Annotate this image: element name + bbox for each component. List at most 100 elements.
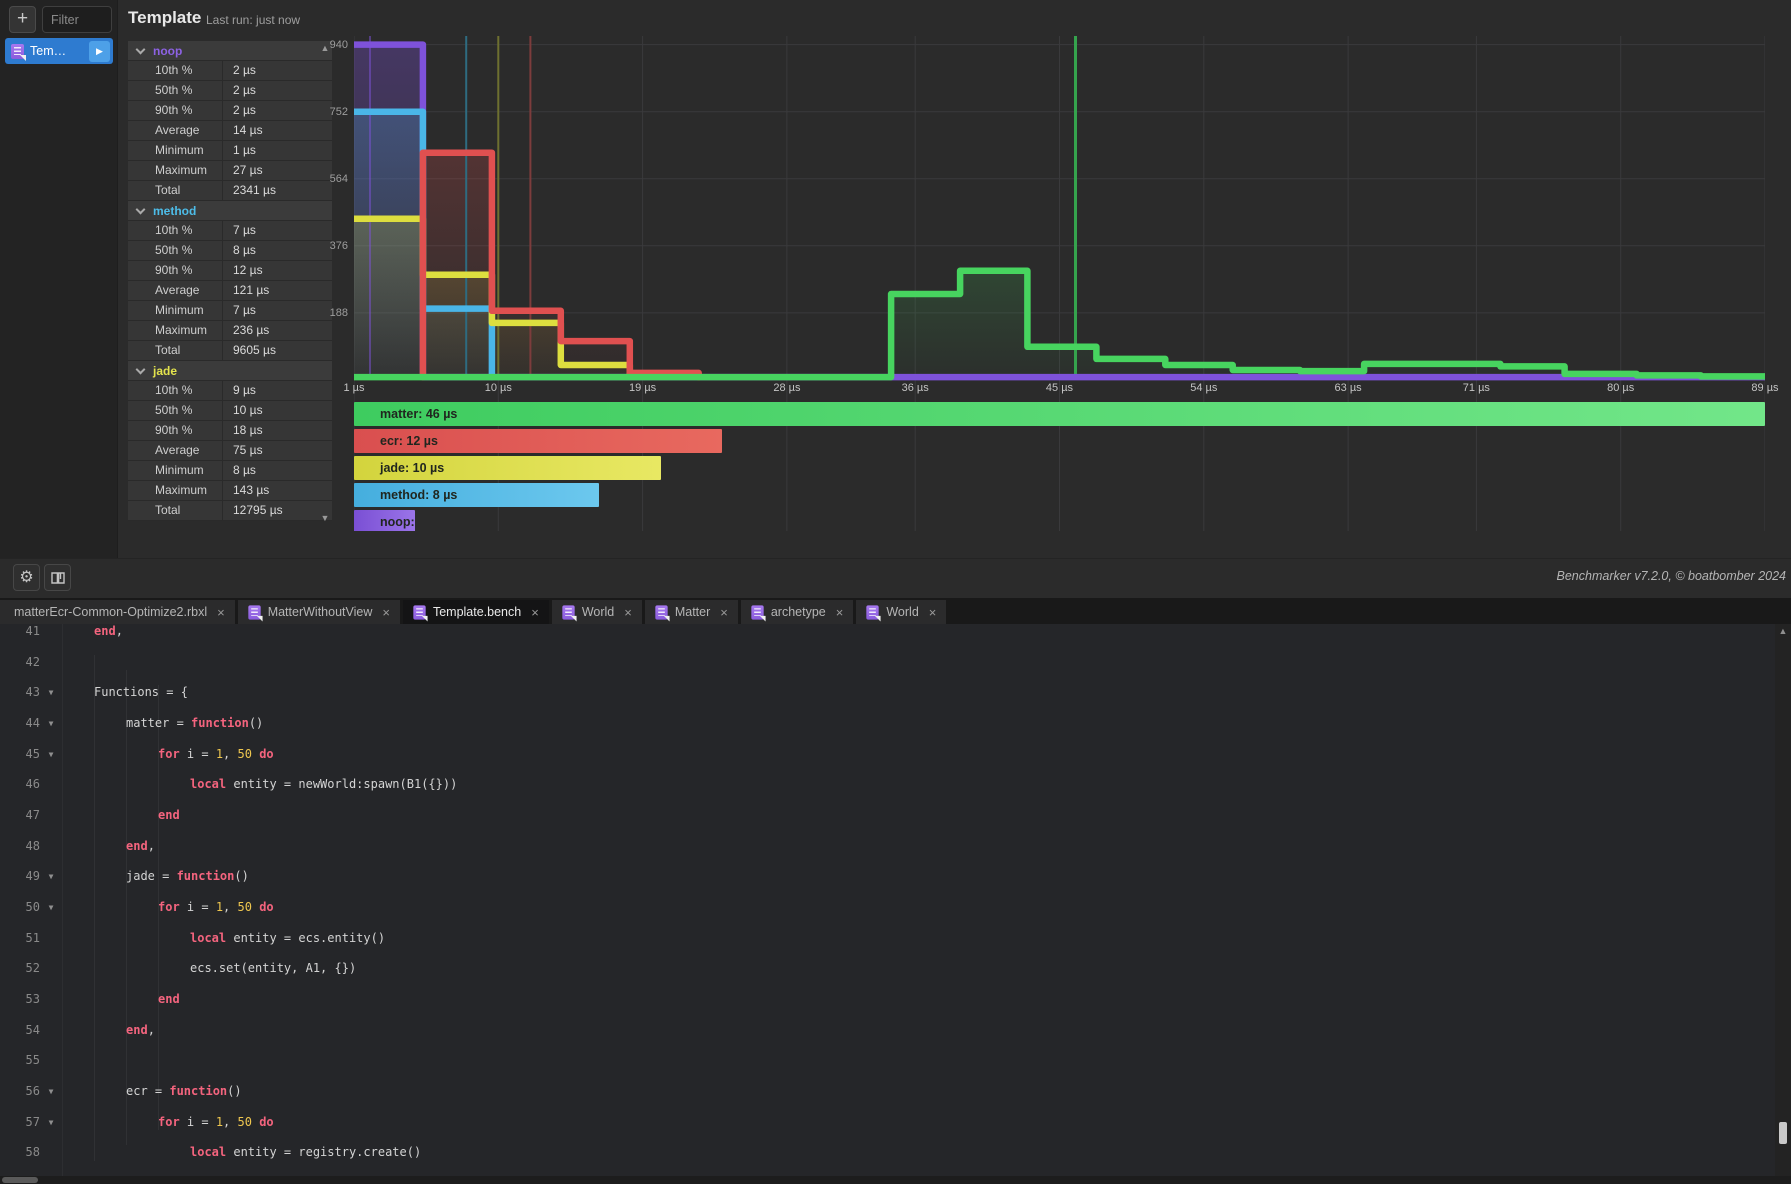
stats-row: Minimum8 µs	[128, 461, 332, 481]
code-line-47[interactable]: 47end	[0, 808, 1775, 823]
fold-arrow-icon[interactable]: ▼	[44, 747, 58, 762]
stats-row-value: 121 µs	[222, 281, 332, 300]
stats-row-value: 27 µs	[222, 161, 332, 180]
fold-arrow-icon[interactable]: ▼	[44, 1115, 58, 1130]
tab-matterEcr-Common-Optimize2.rbxl[interactable]: matterEcr-Common-Optimize2.rbxl ×	[0, 600, 235, 624]
code-line-45[interactable]: 45▼for i = 1, 50 do	[0, 747, 1775, 762]
line-number: 57	[0, 1115, 40, 1130]
code-text: matter = function()	[126, 716, 263, 731]
vertical-scroll-thumb[interactable]	[1779, 1122, 1787, 1144]
stats-row: Average14 µs	[128, 121, 332, 141]
chevron-down-icon	[136, 364, 146, 374]
version-credit: Benchmarker v7.2.0, © boatbomber 2024	[1557, 569, 1786, 583]
y-tick-label: 376	[322, 240, 348, 252]
line-number: 53	[0, 992, 40, 1007]
script-icon	[248, 605, 260, 619]
tab-World[interactable]: World×	[552, 600, 642, 624]
stats-row-label: 90th %	[128, 261, 222, 280]
code-line-41[interactable]: 41end,	[0, 624, 1775, 639]
code-line-48[interactable]: 48end,	[0, 839, 1775, 854]
line-number: 41	[0, 624, 40, 639]
close-tab-icon[interactable]: ×	[217, 605, 225, 620]
tab-Matter[interactable]: Matter×	[645, 600, 738, 624]
code-line-44[interactable]: 44▼matter = function()	[0, 716, 1775, 731]
run-benchmark-button[interactable]: ▶	[89, 41, 110, 62]
script-icon	[413, 605, 425, 619]
stats-row: Maximum236 µs	[128, 321, 332, 341]
x-tick-label: 28 µs	[773, 382, 800, 394]
code-line-52[interactable]: 52ecs.set(entity, A1, {})	[0, 961, 1775, 976]
benchmark-item-label: Tem…	[30, 44, 89, 58]
stats-row-label: Average	[128, 441, 222, 460]
tab-Template.bench[interactable]: Template.bench×	[403, 600, 549, 624]
code-line-43[interactable]: 43▼Functions = {	[0, 685, 1775, 700]
stats-scroll-down-icon[interactable]: ▼	[318, 513, 332, 523]
y-tick-label: 752	[322, 106, 348, 118]
close-tab-icon[interactable]: ×	[624, 605, 632, 620]
code-line-56[interactable]: 56▼ecr = function()	[0, 1084, 1775, 1099]
stats-section-header-noop[interactable]: noop	[128, 41, 332, 61]
line-number: 54	[0, 1023, 40, 1038]
benchmark-file-list: + Tem… ▶	[0, 0, 118, 560]
code-line-49[interactable]: 49▼jade = function()	[0, 869, 1775, 884]
editor-horizontal-scrollbar[interactable]	[0, 1176, 1791, 1184]
editor-vertical-scrollbar[interactable]: ▲	[1775, 624, 1791, 1176]
close-tab-icon[interactable]: ×	[836, 605, 844, 620]
stats-section-name: jade	[153, 364, 177, 378]
fold-arrow-icon[interactable]: ▼	[44, 716, 58, 731]
filter-input[interactable]	[42, 6, 112, 33]
stats-row: Total12795 µs	[128, 501, 332, 521]
stats-section-header-method[interactable]: method	[128, 201, 332, 221]
legend-bar-noop: noop: 2 µs	[354, 510, 415, 531]
tab-label: MatterWithoutView	[268, 605, 373, 619]
stats-row: 90th %18 µs	[128, 421, 332, 441]
docs-book-button[interactable]	[44, 564, 71, 591]
code-line-53[interactable]: 53end	[0, 992, 1775, 1007]
code-line-57[interactable]: 57▼for i = 1, 50 do	[0, 1115, 1775, 1130]
code-line-51[interactable]: 51local entity = ecs.entity()	[0, 931, 1775, 946]
code-editor[interactable]: 41end,4243▼Functions = {44▼matter = func…	[0, 624, 1775, 1176]
stats-row-label: Average	[128, 281, 222, 300]
fold-arrow-icon[interactable]: ▼	[44, 1084, 58, 1099]
tab-archetype[interactable]: archetype×	[741, 600, 854, 624]
add-benchmark-button[interactable]: +	[9, 6, 36, 33]
tab-World[interactable]: World×	[856, 600, 946, 624]
tab-MatterWithoutView[interactable]: MatterWithoutView ×	[238, 600, 400, 624]
tab-label: matterEcr-Common-Optimize2.rbxl	[14, 605, 207, 619]
script-tab-bar: matterEcr-Common-Optimize2.rbxl×MatterWi…	[0, 598, 1791, 624]
code-text: ecr = function()	[126, 1084, 242, 1099]
code-line-55[interactable]: 55	[0, 1053, 1775, 1068]
settings-gear-button[interactable]: ⚙	[13, 564, 40, 591]
line-number: 58	[0, 1145, 40, 1160]
code-line-46[interactable]: 46local entity = newWorld:spawn(B1({}))	[0, 777, 1775, 792]
stats-row: Average121 µs	[128, 281, 332, 301]
stats-row: 50th %10 µs	[128, 401, 332, 421]
y-tick-label: 564	[322, 173, 348, 185]
stats-row: Total9605 µs	[128, 341, 332, 361]
scroll-up-icon[interactable]: ▲	[1775, 626, 1791, 636]
fold-arrow-icon[interactable]: ▼	[44, 685, 58, 700]
stats-row: Maximum143 µs	[128, 481, 332, 501]
line-number: 43	[0, 685, 40, 700]
stats-row: Minimum7 µs	[128, 301, 332, 321]
chart-legend: matter: 46 µsecr: 12 µsjade: 10 µsmethod…	[354, 402, 1765, 531]
code-line-50[interactable]: 50▼for i = 1, 50 do	[0, 900, 1775, 915]
stats-row-label: Average	[128, 121, 222, 140]
horizontal-scroll-thumb[interactable]	[2, 1177, 38, 1183]
close-tab-icon[interactable]: ×	[720, 605, 728, 620]
close-tab-icon[interactable]: ×	[531, 605, 539, 620]
code-line-54[interactable]: 54end,	[0, 1023, 1775, 1038]
stats-row-value: 143 µs	[222, 481, 332, 500]
stats-row-label: Minimum	[128, 141, 222, 160]
fold-arrow-icon[interactable]: ▼	[44, 900, 58, 915]
code-line-42[interactable]: 42	[0, 655, 1775, 670]
benchmark-list-item-template[interactable]: Tem… ▶	[5, 38, 113, 64]
code-line-58[interactable]: 58local entity = registry.create()	[0, 1145, 1775, 1160]
close-tab-icon[interactable]: ×	[382, 605, 390, 620]
stats-section-header-jade[interactable]: jade	[128, 361, 332, 381]
legend-bar-label: ecr: 12 µs	[380, 434, 438, 448]
x-tick-label: 36 µs	[902, 382, 929, 394]
close-tab-icon[interactable]: ×	[929, 605, 937, 620]
stats-row-label: Total	[128, 181, 222, 200]
fold-arrow-icon[interactable]: ▼	[44, 869, 58, 884]
